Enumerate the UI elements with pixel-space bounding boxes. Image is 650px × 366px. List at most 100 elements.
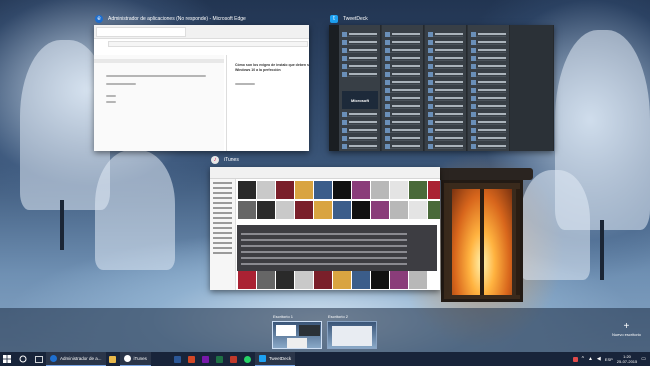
tweet-row[interactable] xyxy=(342,63,377,69)
album-cover[interactable] xyxy=(428,201,440,219)
tweet-row[interactable] xyxy=(471,135,506,141)
tweet-row[interactable] xyxy=(428,143,463,149)
album-cover[interactable] xyxy=(390,271,408,289)
tweet-row[interactable] xyxy=(428,103,463,109)
network-icon[interactable]: ▲ xyxy=(588,356,593,362)
tweet-row[interactable] xyxy=(471,143,506,149)
album-cover[interactable] xyxy=(238,271,256,289)
speaker-icon[interactable]: ◀ xyxy=(597,356,601,362)
album-cover[interactable] xyxy=(295,181,313,199)
album-cover[interactable] xyxy=(409,271,427,289)
tweet-row[interactable] xyxy=(428,79,463,85)
task-view-button[interactable] xyxy=(32,352,46,366)
album-cover[interactable] xyxy=(333,271,351,289)
tweet-row[interactable] xyxy=(342,31,377,37)
album-cover[interactable] xyxy=(333,181,351,199)
taskbar-app-whatsapp[interactable] xyxy=(241,352,255,366)
tweet-row[interactable] xyxy=(428,95,463,101)
tweet-row[interactable] xyxy=(471,111,506,117)
tweet-row[interactable] xyxy=(385,71,420,77)
tweet-row[interactable] xyxy=(385,87,420,93)
album-cover[interactable] xyxy=(257,271,275,289)
album-cover[interactable] xyxy=(371,201,389,219)
album-cover[interactable] xyxy=(371,181,389,199)
desktop-1-thumbnail[interactable] xyxy=(272,321,322,349)
tweet-row[interactable] xyxy=(385,135,420,141)
album-cover[interactable] xyxy=(257,181,275,199)
taskbar-file-explorer[interactable] xyxy=(106,352,120,366)
tweet-row[interactable] xyxy=(471,47,506,53)
taskbar-app-onenote[interactable] xyxy=(199,352,213,366)
tweet-row[interactable] xyxy=(471,95,506,101)
tweet-row[interactable] xyxy=(428,55,463,61)
tweet-row[interactable] xyxy=(342,127,377,133)
tweet-row[interactable] xyxy=(428,111,463,117)
album-cover[interactable] xyxy=(314,271,332,289)
tweet-row[interactable] xyxy=(428,47,463,53)
tweet-row[interactable] xyxy=(385,143,420,149)
tweet-row[interactable] xyxy=(385,119,420,125)
album-cover[interactable] xyxy=(314,181,332,199)
edge-window-thumbnail[interactable]: Cómo son los exigeo de instalo que deben… xyxy=(94,25,309,151)
notification-badge-icon[interactable] xyxy=(572,356,578,362)
tweet-row[interactable] xyxy=(428,135,463,141)
tweet-row[interactable] xyxy=(342,39,377,45)
tweet-row[interactable] xyxy=(385,79,420,85)
album-cover[interactable] xyxy=(295,271,313,289)
tweetdeck-window-thumbnail[interactable]: Microsoft xyxy=(329,25,554,151)
tweet-row[interactable] xyxy=(471,79,506,85)
album-cover[interactable] xyxy=(352,271,370,289)
tweet-row[interactable] xyxy=(471,71,506,77)
album-cover[interactable] xyxy=(371,271,389,289)
taskbar-app-powerpoint[interactable] xyxy=(185,352,199,366)
taskbar-app-tweetdeck[interactable]: TweetDeck xyxy=(254,352,296,366)
tweet-row[interactable] xyxy=(428,127,463,133)
tweet-row[interactable] xyxy=(342,71,377,77)
edge-window-title[interactable]: e Administrador de aplicaciones (No resp… xyxy=(95,15,246,23)
tweet-row[interactable] xyxy=(471,39,506,45)
album-cover[interactable] xyxy=(352,201,370,219)
tweet-row[interactable] xyxy=(342,143,377,149)
search-button[interactable] xyxy=(14,352,32,366)
album-cover[interactable] xyxy=(409,201,427,219)
clock[interactable]: 1:20 25-07-2015 xyxy=(617,354,637,364)
tweet-row[interactable] xyxy=(385,47,420,53)
start-button[interactable] xyxy=(0,352,14,366)
language-indicator[interactable]: ESP xyxy=(605,357,613,362)
tweet-row[interactable] xyxy=(428,71,463,77)
tweet-row[interactable] xyxy=(385,111,420,117)
album-cover[interactable] xyxy=(257,201,275,219)
tweet-row[interactable] xyxy=(428,31,463,37)
taskbar-app-word[interactable] xyxy=(171,352,185,366)
tweet-row[interactable] xyxy=(342,55,377,61)
tweet-row[interactable] xyxy=(471,31,506,37)
tweet-row[interactable] xyxy=(342,119,377,125)
taskbar-app-excel[interactable] xyxy=(213,352,227,366)
tweet-row[interactable] xyxy=(471,119,506,125)
album-cover[interactable] xyxy=(390,181,408,199)
album-cover[interactable] xyxy=(314,201,332,219)
album-cover[interactable] xyxy=(428,181,440,199)
tweet-row[interactable] xyxy=(385,55,420,61)
chevron-up-icon[interactable]: ^ xyxy=(582,356,584,362)
tweet-row[interactable] xyxy=(342,47,377,53)
tweet-row[interactable] xyxy=(342,135,377,141)
tweet-row[interactable] xyxy=(471,87,506,93)
album-cover[interactable] xyxy=(295,201,313,219)
tweet-row[interactable] xyxy=(471,63,506,69)
tweet-row[interactable] xyxy=(342,111,377,117)
album-cover[interactable] xyxy=(276,201,294,219)
tweet-row[interactable] xyxy=(471,55,506,61)
album-cover[interactable] xyxy=(333,201,351,219)
tweetdeck-window-title[interactable]: t TweetDeck xyxy=(330,15,368,23)
tweet-row[interactable] xyxy=(385,127,420,133)
tweet-row[interactable] xyxy=(385,31,420,37)
tweet-row[interactable] xyxy=(471,103,506,109)
desktop-2-thumbnail[interactable] xyxy=(327,321,377,349)
itunes-window-title[interactable]: ♪ iTunes xyxy=(211,156,239,164)
tweet-row[interactable] xyxy=(385,95,420,101)
new-desktop-button[interactable]: + Nuevo escritorio xyxy=(612,322,641,338)
album-cover[interactable] xyxy=(352,181,370,199)
notifications-icon[interactable]: ▭ xyxy=(641,356,646,362)
album-cover[interactable] xyxy=(409,181,427,199)
